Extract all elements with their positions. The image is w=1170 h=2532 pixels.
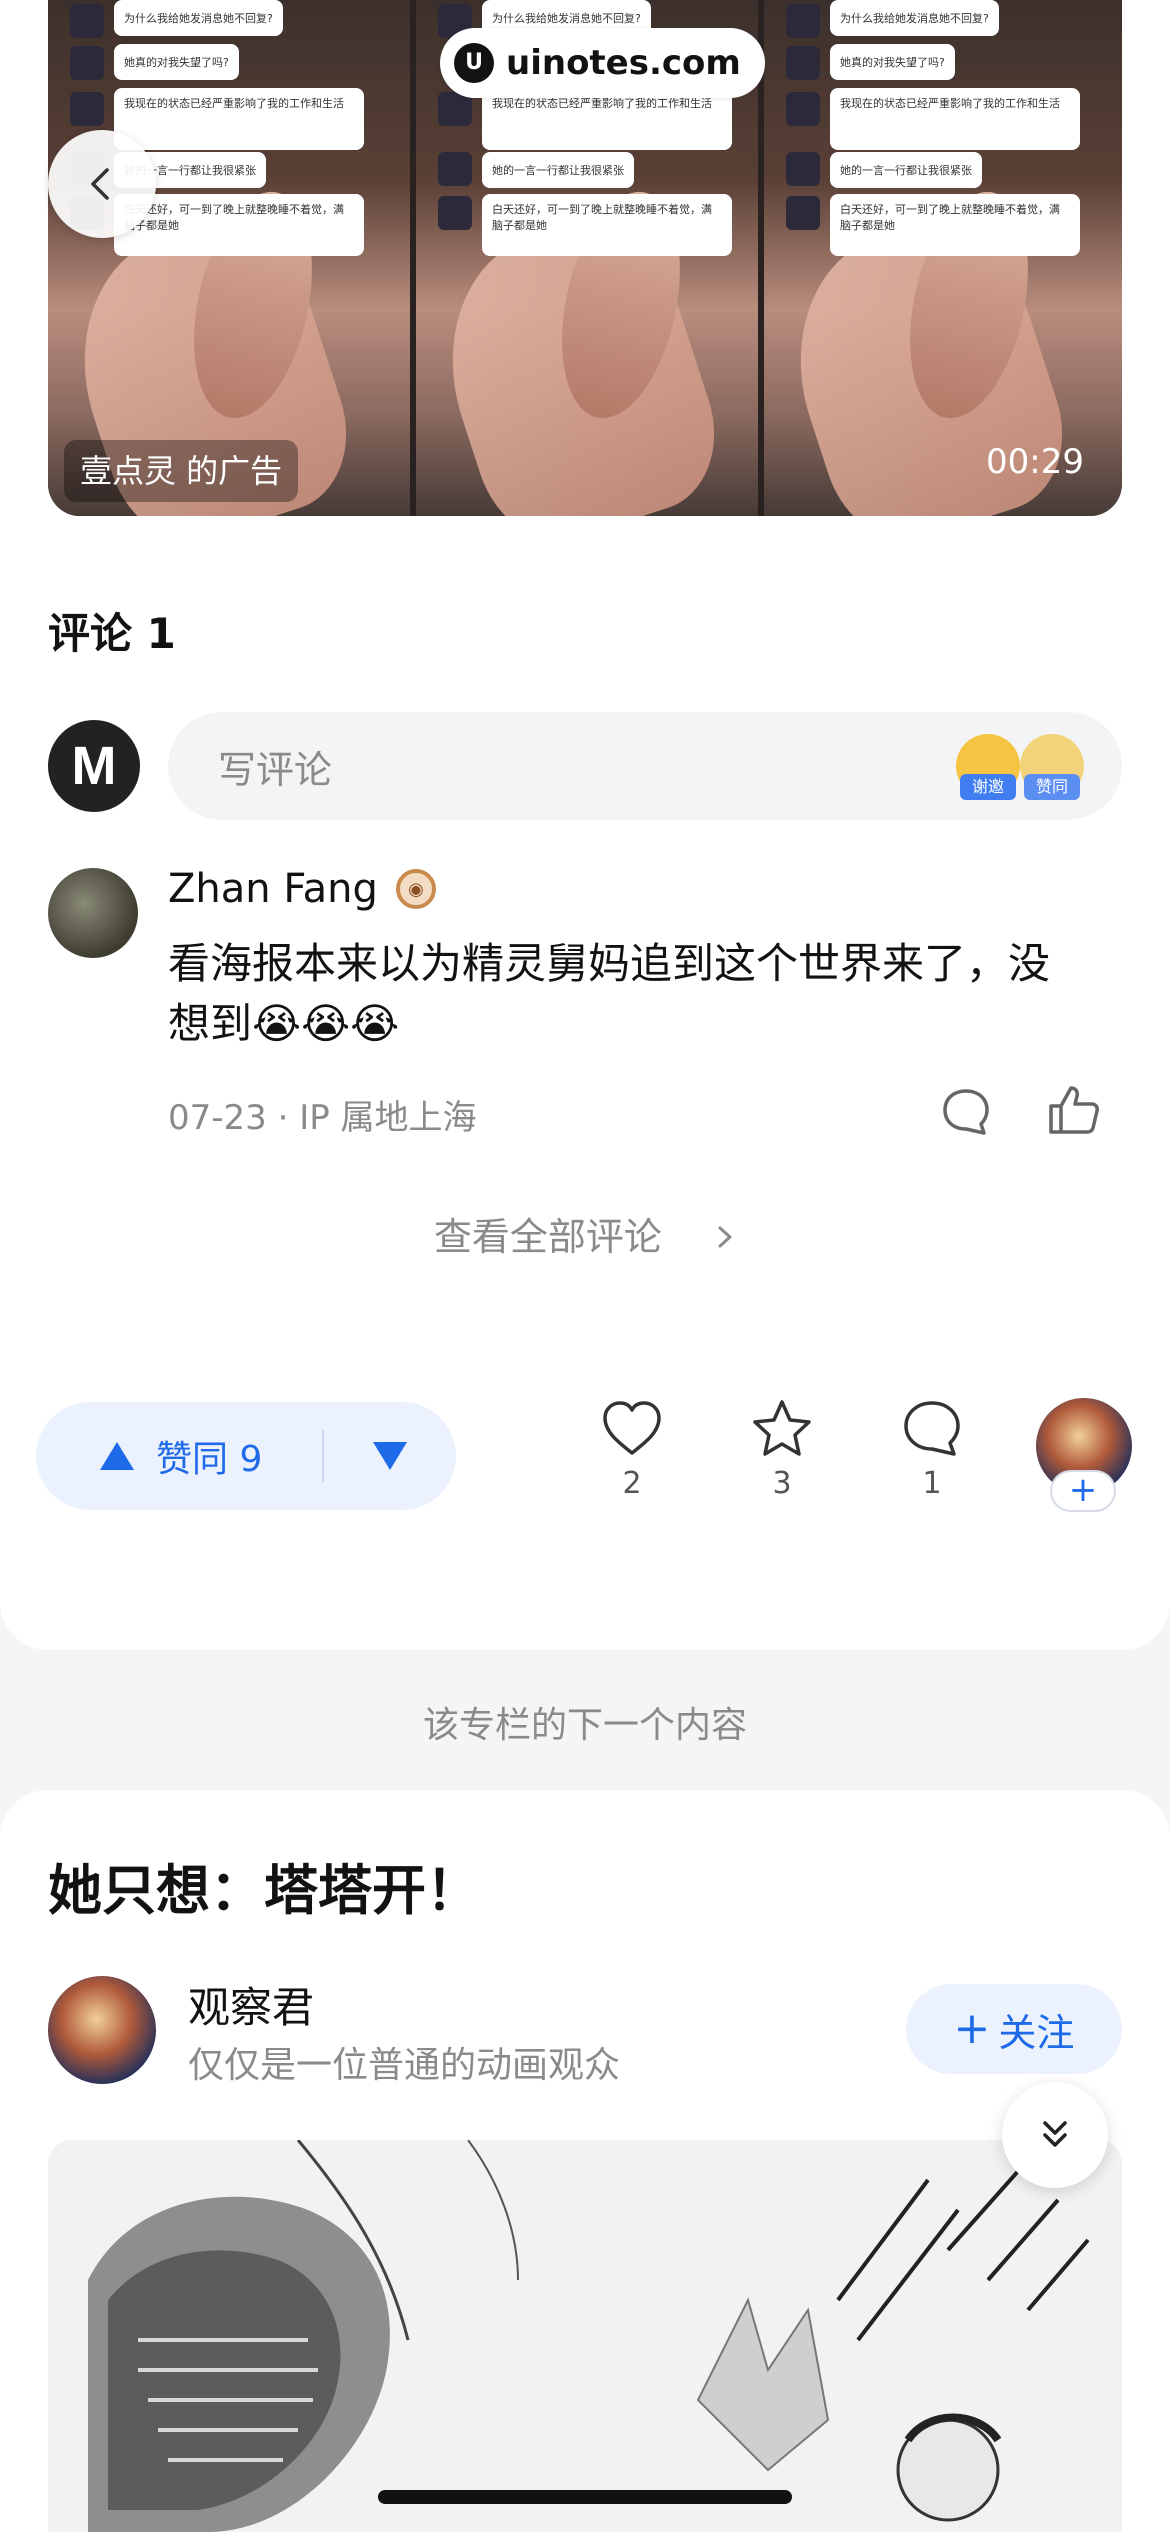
ad-frame-3: 为什么我给她发消息她不回复? 她真的对我失望了吗? 我现在的状态已经严重影响了我… xyxy=(763,0,1122,516)
comment-bubble-icon xyxy=(904,1401,960,1456)
next-author-avatar[interactable] xyxy=(48,1976,156,2084)
plus-icon: + xyxy=(953,2003,991,2054)
follow-plus-button[interactable]: + xyxy=(1050,1470,1116,1512)
chat-bubble: 为什么我给她发消息她不回复? xyxy=(830,0,999,36)
next-article-title[interactable]: 她只想：塔塔开！ xyxy=(48,1846,480,1925)
chevron-left-icon xyxy=(91,168,109,200)
star-icon xyxy=(753,1400,811,1456)
triangle-down-icon xyxy=(373,1442,407,1470)
like-count: 2 xyxy=(622,1466,642,1501)
emoji-chip-label: 赞同 xyxy=(1024,774,1080,800)
comments-title: 评论 1 xyxy=(48,609,176,658)
downvote-button[interactable] xyxy=(324,1402,456,1510)
next-content-label: 该专栏的下一个内容 xyxy=(422,1705,747,1746)
ad-frame-1: 为什么我给她发消息她不回复? 她真的对我失望了吗? 我现在的状态已经严重影响了我… xyxy=(48,0,410,516)
chat-bubble: 她真的对我失望了吗? xyxy=(114,44,239,80)
my-avatar[interactable]: M xyxy=(48,720,140,812)
watermark-logo-icon: U xyxy=(454,43,494,83)
comment-input[interactable]: 写评论 谢邀 赞同 xyxy=(168,712,1122,820)
chat-avatar xyxy=(70,92,104,126)
ad-label[interactable]: 壹点灵 的广告 xyxy=(64,440,299,502)
emoji-chip-label: 谢邀 xyxy=(960,774,1016,800)
chat-bubble: 白天还好，可一到了晚上就整晚睡不着觉，满脑子都是她 xyxy=(830,194,1080,256)
collapse-button[interactable] xyxy=(1002,2082,1108,2188)
heart-icon xyxy=(603,1401,661,1455)
emoji-zantong-button[interactable]: 赞同 xyxy=(1020,734,1084,800)
chat-bubble: 白天还好，可一到了晚上就整晚睡不着觉，满脑子都是她 xyxy=(482,194,732,256)
chat-bubble: 她真的对我失望了吗? xyxy=(830,44,955,80)
comment-button[interactable]: 1 xyxy=(887,1398,977,1501)
watermark-text: uinotes.com xyxy=(506,43,741,83)
chat-avatar xyxy=(70,4,104,38)
chat-avatar xyxy=(786,196,820,230)
chat-avatar xyxy=(70,46,104,80)
comment-meta: 07-23 · IP 属地上海 xyxy=(168,1098,477,1138)
favorite-count: 3 xyxy=(772,1466,792,1501)
chat-bubble: 我现在的状态已经严重影响了我的工作和生活 xyxy=(830,88,1080,150)
follow-label: 关注 xyxy=(998,2010,1075,2055)
vote-pill: 赞同 9 xyxy=(36,1402,456,1510)
chat-avatar xyxy=(786,92,820,126)
commenter-name[interactable]: Zhan Fang xyxy=(168,866,378,912)
video-duration: 00:29 xyxy=(986,442,1084,482)
next-author-name[interactable]: 观察君 xyxy=(188,1974,314,2035)
view-all-label: 查看全部评论 xyxy=(433,1215,662,1259)
commenter-name-row: Zhan Fang ◉ xyxy=(168,866,436,912)
like-button[interactable]: 2 xyxy=(587,1398,677,1501)
watermark: U uinotes.com xyxy=(440,28,765,98)
follow-button[interactable]: + 关注 xyxy=(906,1984,1122,2074)
chat-bubble: 为什么我给她发消息她不回复? xyxy=(114,0,283,36)
upvote-label: 赞同 9 xyxy=(156,1439,263,1480)
home-indicator[interactable] xyxy=(378,2490,792,2504)
chat-avatar xyxy=(438,152,472,186)
chat-avatar xyxy=(786,4,820,38)
back-button[interactable] xyxy=(48,130,156,238)
commenter-avatar[interactable] xyxy=(48,868,138,958)
chat-avatar xyxy=(786,152,820,186)
chat-bubble: 她的一言一行都让我很紧张 xyxy=(482,152,634,188)
double-chevron-down-icon xyxy=(1043,2121,1067,2147)
article-cover-image[interactable] xyxy=(48,2140,1122,2532)
eye-badge-icon: ◉ xyxy=(395,869,436,909)
chat-bubble: 她的一言一行都让我很紧张 xyxy=(830,152,982,188)
chat-avatar xyxy=(786,46,820,80)
next-author-bio: 仅仅是一位普通的动画观众 xyxy=(188,2045,621,2086)
view-all-comments-link[interactable]: 查看全部评论 xyxy=(0,1206,1170,1261)
comment-input-placeholder: 写评论 xyxy=(218,747,333,792)
upvote-button[interactable]: 赞同 9 xyxy=(36,1402,322,1510)
reply-icon[interactable] xyxy=(940,1086,992,1138)
chat-bubble: 我现在的状态已经严重影响了我的工作和生活 xyxy=(114,88,364,150)
comment-count: 1 xyxy=(922,1466,942,1501)
emoji-xieyao-button[interactable]: 谢邀 xyxy=(956,734,1020,800)
favorite-button[interactable]: 3 xyxy=(737,1398,827,1501)
triangle-up-icon xyxy=(100,1442,134,1470)
chat-avatar xyxy=(438,196,472,230)
comment-text: 看海报本来以为精灵舅妈追到这个世界来了，没想到😭😭😭 xyxy=(168,939,1051,1048)
thumbs-up-icon[interactable] xyxy=(1046,1082,1102,1138)
chevron-right-icon xyxy=(718,1226,732,1248)
manga-illustration xyxy=(48,2140,1122,2532)
